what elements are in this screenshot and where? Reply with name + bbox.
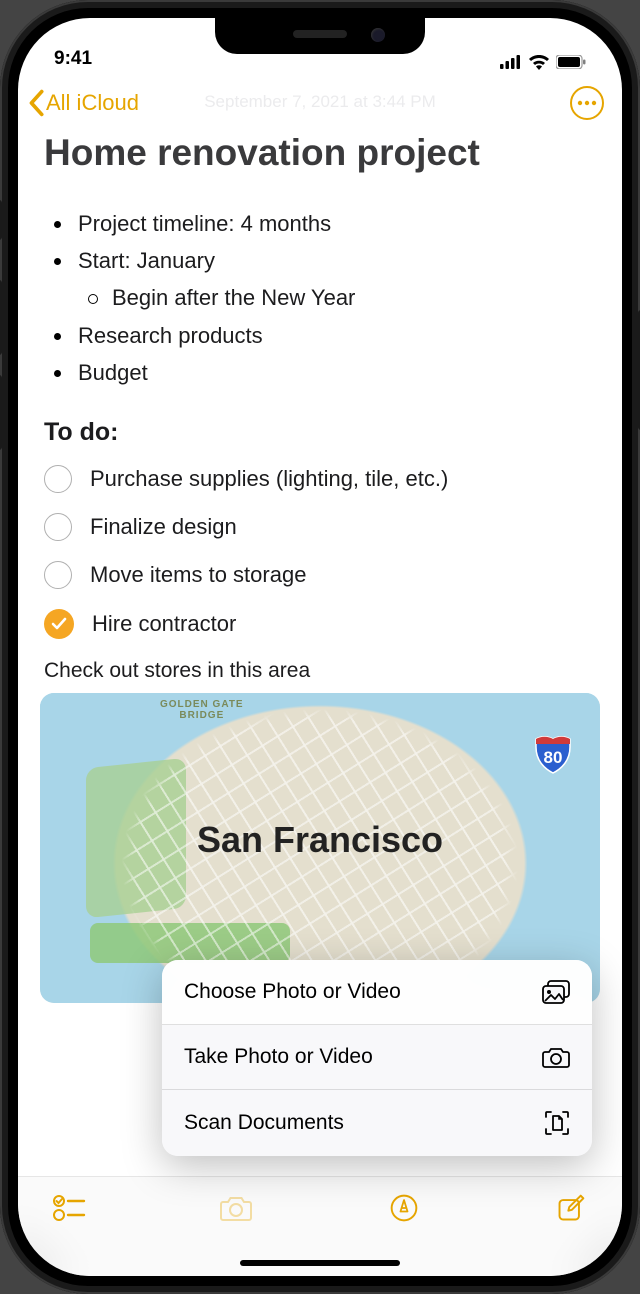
interstate-shield-icon: 80 (532, 733, 574, 775)
todo-list: Purchase supplies (lighting, tile, etc.)… (44, 465, 596, 639)
bullet-list[interactable]: Project timeline: 4 months Start: Januar… (44, 205, 596, 392)
menu-scan-documents[interactable]: Scan Documents (162, 1090, 592, 1156)
note-content[interactable]: September 7, 2021 at 3:44 PM Home renova… (18, 132, 622, 1003)
checkbox-empty-icon[interactable] (44, 465, 72, 493)
map-caption[interactable]: Check out stores in this area (44, 659, 596, 683)
bridge-label: GOLDEN GATEBRIDGE (160, 699, 244, 721)
menu-label: Take Photo or Video (184, 1045, 373, 1069)
list-item[interactable]: Start: January Begin after the New Year (44, 242, 596, 317)
menu-label: Scan Documents (184, 1111, 344, 1135)
compose-button[interactable] (554, 1193, 588, 1223)
markup-button[interactable] (387, 1193, 421, 1223)
status-time: 9:41 (54, 48, 92, 70)
home-indicator[interactable] (240, 1260, 400, 1266)
battery-icon (556, 55, 586, 69)
checkbox-empty-icon[interactable] (44, 513, 72, 541)
todo-label[interactable]: Finalize design (90, 514, 237, 540)
todo-item[interactable]: Move items to storage (44, 561, 596, 589)
document-scan-icon (544, 1110, 570, 1136)
wifi-icon (528, 54, 550, 70)
todo-label[interactable]: Purchase supplies (lighting, tile, etc.) (90, 466, 448, 492)
status-icons (500, 54, 586, 70)
camera-menu-popup: Choose Photo or Video Take Photo or Vide… (162, 960, 592, 1156)
list-subitem[interactable]: Begin after the New Year (78, 279, 596, 316)
note-title[interactable]: Home renovation project (44, 132, 596, 175)
todo-item[interactable]: Finalize design (44, 513, 596, 541)
todo-label[interactable]: Move items to storage (90, 562, 306, 588)
note-date: September 7, 2021 at 3:44 PM (18, 92, 622, 112)
cellular-icon (500, 55, 522, 69)
list-item[interactable]: Research products (44, 317, 596, 354)
todo-item[interactable]: Purchase supplies (lighting, tile, etc.) (44, 465, 596, 493)
camera-button[interactable] (219, 1193, 253, 1223)
menu-choose-photo[interactable]: Choose Photo or Video (162, 960, 592, 1025)
svg-text:80: 80 (544, 748, 563, 767)
list-item[interactable]: Budget (44, 354, 596, 391)
checklist-button[interactable] (52, 1193, 86, 1223)
checkbox-empty-icon[interactable] (44, 561, 72, 589)
city-label: San Francisco (40, 819, 600, 861)
photo-library-icon (542, 980, 570, 1004)
list-item[interactable]: Project timeline: 4 months (44, 205, 596, 242)
menu-label: Choose Photo or Video (184, 980, 401, 1004)
checkbox-checked-icon[interactable] (44, 609, 74, 639)
todo-item[interactable]: Hire contractor (44, 609, 596, 639)
todo-label[interactable]: Hire contractor (92, 611, 236, 637)
todo-heading[interactable]: To do: (44, 418, 596, 447)
camera-icon (542, 1046, 570, 1068)
list-item-text: Start: January (78, 248, 215, 273)
menu-take-photo[interactable]: Take Photo or Video (162, 1025, 592, 1090)
map-attachment[interactable]: GOLDEN GATEBRIDGE 80 San Francisco (40, 693, 600, 1003)
